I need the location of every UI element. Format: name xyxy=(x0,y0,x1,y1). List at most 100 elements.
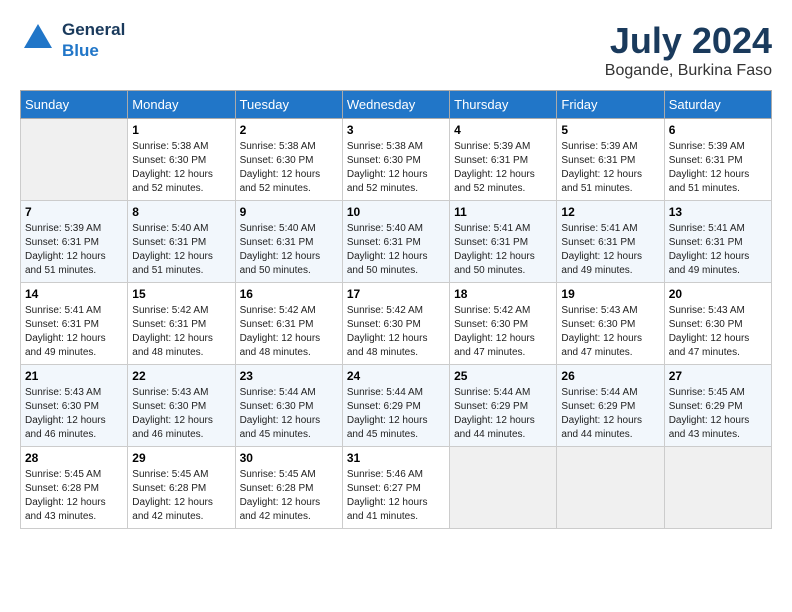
day-info: Sunrise: 5:44 AMSunset: 6:29 PMDaylight:… xyxy=(561,386,659,442)
day-info: Sunrise: 5:40 AMSunset: 6:31 PMDaylight:… xyxy=(132,222,230,278)
day-cell xyxy=(664,447,771,529)
title-block: July 2024 Bogande, Burkina Faso xyxy=(605,20,772,80)
day-cell: 13 Sunrise: 5:41 AMSunset: 6:31 PMDayligh… xyxy=(664,201,771,283)
week-row-4: 21 Sunrise: 5:43 AMSunset: 6:30 PMDayligh… xyxy=(21,365,772,447)
day-info: Sunrise: 5:42 AMSunset: 6:30 PMDaylight:… xyxy=(454,304,552,360)
day-cell: 4 Sunrise: 5:39 AMSunset: 6:31 PMDaylight… xyxy=(450,119,557,201)
day-number: 14 xyxy=(25,287,123,301)
day-number: 13 xyxy=(669,205,767,219)
day-number: 31 xyxy=(347,451,445,465)
col-header-sunday: Sunday xyxy=(21,91,128,119)
col-header-wednesday: Wednesday xyxy=(342,91,449,119)
day-cell: 9 Sunrise: 5:40 AMSunset: 6:31 PMDaylight… xyxy=(235,201,342,283)
month-title: July 2024 xyxy=(605,20,772,62)
day-number: 23 xyxy=(240,369,338,383)
day-info: Sunrise: 5:43 AMSunset: 6:30 PMDaylight:… xyxy=(561,304,659,360)
day-info: Sunrise: 5:42 AMSunset: 6:30 PMDaylight:… xyxy=(347,304,445,360)
day-number: 25 xyxy=(454,369,552,383)
week-row-3: 14 Sunrise: 5:41 AMSunset: 6:31 PMDayligh… xyxy=(21,283,772,365)
day-cell: 6 Sunrise: 5:39 AMSunset: 6:31 PMDaylight… xyxy=(664,119,771,201)
day-info: Sunrise: 5:43 AMSunset: 6:30 PMDaylight:… xyxy=(669,304,767,360)
day-cell: 25 Sunrise: 5:44 AMSunset: 6:29 PMDayligh… xyxy=(450,365,557,447)
day-cell xyxy=(21,119,128,201)
day-info: Sunrise: 5:45 AMSunset: 6:28 PMDaylight:… xyxy=(132,468,230,524)
day-cell: 7Sunrise: 5:39 AMSunset: 6:31 PMDaylight… xyxy=(21,201,128,283)
day-cell: 28 Sunrise: 5:45 AMSunset: 6:28 PMDayligh… xyxy=(21,447,128,529)
day-number: 15 xyxy=(132,287,230,301)
day-info: Sunrise: 5:38 AMSunset: 6:30 PMDaylight:… xyxy=(347,140,445,196)
week-row-5: 28 Sunrise: 5:45 AMSunset: 6:28 PMDayligh… xyxy=(21,447,772,529)
day-info: Sunrise: 5:44 AMSunset: 6:29 PMDaylight:… xyxy=(454,386,552,442)
logo-text-line2: Blue xyxy=(62,41,125,61)
day-info: Sunrise: 5:40 AMSunset: 6:31 PMDaylight:… xyxy=(347,222,445,278)
logo: General Blue xyxy=(20,20,125,61)
day-info: Sunrise: 5:43 AMSunset: 6:30 PMDaylight:… xyxy=(132,386,230,442)
day-number: 6 xyxy=(669,123,767,137)
day-cell: 19 Sunrise: 5:43 AMSunset: 6:30 PMDayligh… xyxy=(557,283,664,365)
day-cell xyxy=(557,447,664,529)
day-info: Sunrise: 5:42 AMSunset: 6:31 PMDaylight:… xyxy=(240,304,338,360)
day-cell: 10 Sunrise: 5:40 AMSunset: 6:31 PMDayligh… xyxy=(342,201,449,283)
day-cell: 30Sunrise: 5:45 AMSunset: 6:28 PMDayligh… xyxy=(235,447,342,529)
day-info: Sunrise: 5:39 AMSunset: 6:31 PMDaylight:… xyxy=(669,140,767,196)
day-info: Sunrise: 5:39 AMSunset: 6:31 PMDaylight:… xyxy=(561,140,659,196)
day-number: 4 xyxy=(454,123,552,137)
col-header-saturday: Saturday xyxy=(664,91,771,119)
day-number: 3 xyxy=(347,123,445,137)
header-row: SundayMondayTuesdayWednesdayThursdayFrid… xyxy=(21,91,772,119)
logo-text-line1: General xyxy=(62,20,125,40)
day-number: 10 xyxy=(347,205,445,219)
day-cell: 18Sunrise: 5:42 AMSunset: 6:30 PMDayligh… xyxy=(450,283,557,365)
day-cell: 5Sunrise: 5:39 AMSunset: 6:31 PMDaylight… xyxy=(557,119,664,201)
day-info: Sunrise: 5:44 AMSunset: 6:30 PMDaylight:… xyxy=(240,386,338,442)
day-cell: 21 Sunrise: 5:43 AMSunset: 6:30 PMDayligh… xyxy=(21,365,128,447)
day-number: 17 xyxy=(347,287,445,301)
day-number: 21 xyxy=(25,369,123,383)
day-cell: 14 Sunrise: 5:41 AMSunset: 6:31 PMDayligh… xyxy=(21,283,128,365)
day-info: Sunrise: 5:45 AMSunset: 6:29 PMDaylight:… xyxy=(669,386,767,442)
day-number: 9 xyxy=(240,205,338,219)
day-number: 27 xyxy=(669,369,767,383)
col-header-friday: Friday xyxy=(557,91,664,119)
day-cell: 29Sunrise: 5:45 AMSunset: 6:28 PMDayligh… xyxy=(128,447,235,529)
day-number: 28 xyxy=(25,451,123,465)
day-cell: 27 Sunrise: 5:45 AMSunset: 6:29 PMDayligh… xyxy=(664,365,771,447)
day-cell: 3 Sunrise: 5:38 AMSunset: 6:30 PMDaylight… xyxy=(342,119,449,201)
day-number: 30 xyxy=(240,451,338,465)
day-cell: 22 Sunrise: 5:43 AMSunset: 6:30 PMDayligh… xyxy=(128,365,235,447)
location: Bogande, Burkina Faso xyxy=(605,62,772,80)
day-info: Sunrise: 5:38 AMSunset: 6:30 PMDaylight:… xyxy=(132,140,230,196)
week-row-2: 7Sunrise: 5:39 AMSunset: 6:31 PMDaylight… xyxy=(21,201,772,283)
day-cell: 20 Sunrise: 5:43 AMSunset: 6:30 PMDayligh… xyxy=(664,283,771,365)
day-info: Sunrise: 5:38 AMSunset: 6:30 PMDaylight:… xyxy=(240,140,338,196)
col-header-tuesday: Tuesday xyxy=(235,91,342,119)
day-info: Sunrise: 5:39 AMSunset: 6:31 PMDaylight:… xyxy=(454,140,552,196)
calendar-table: SundayMondayTuesdayWednesdayThursdayFrid… xyxy=(20,90,772,529)
day-info: Sunrise: 5:43 AMSunset: 6:30 PMDaylight:… xyxy=(25,386,123,442)
day-number: 20 xyxy=(669,287,767,301)
day-number: 8 xyxy=(132,205,230,219)
day-cell: 15 Sunrise: 5:42 AMSunset: 6:31 PMDayligh… xyxy=(128,283,235,365)
day-info: Sunrise: 5:39 AMSunset: 6:31 PMDaylight:… xyxy=(25,222,123,278)
day-cell: 31 Sunrise: 5:46 AMSunset: 6:27 PMDayligh… xyxy=(342,447,449,529)
day-info: Sunrise: 5:44 AMSunset: 6:29 PMDaylight:… xyxy=(347,386,445,442)
logo-icon xyxy=(20,20,56,56)
day-cell: 24Sunrise: 5:44 AMSunset: 6:29 PMDayligh… xyxy=(342,365,449,447)
day-number: 19 xyxy=(561,287,659,301)
day-info: Sunrise: 5:41 AMSunset: 6:31 PMDaylight:… xyxy=(669,222,767,278)
day-info: Sunrise: 5:46 AMSunset: 6:27 PMDaylight:… xyxy=(347,468,445,524)
day-number: 1 xyxy=(132,123,230,137)
day-cell: 8 Sunrise: 5:40 AMSunset: 6:31 PMDaylight… xyxy=(128,201,235,283)
day-info: Sunrise: 5:42 AMSunset: 6:31 PMDaylight:… xyxy=(132,304,230,360)
day-info: Sunrise: 5:45 AMSunset: 6:28 PMDaylight:… xyxy=(25,468,123,524)
day-info: Sunrise: 5:40 AMSunset: 6:31 PMDaylight:… xyxy=(240,222,338,278)
day-cell: 12Sunrise: 5:41 AMSunset: 6:31 PMDayligh… xyxy=(557,201,664,283)
day-info: Sunrise: 5:41 AMSunset: 6:31 PMDaylight:… xyxy=(25,304,123,360)
day-number: 11 xyxy=(454,205,552,219)
page-header: General Blue July 2024 Bogande, Burkina … xyxy=(20,20,772,80)
day-number: 22 xyxy=(132,369,230,383)
day-number: 2 xyxy=(240,123,338,137)
day-number: 12 xyxy=(561,205,659,219)
day-cell xyxy=(450,447,557,529)
day-info: Sunrise: 5:41 AMSunset: 6:31 PMDaylight:… xyxy=(454,222,552,278)
